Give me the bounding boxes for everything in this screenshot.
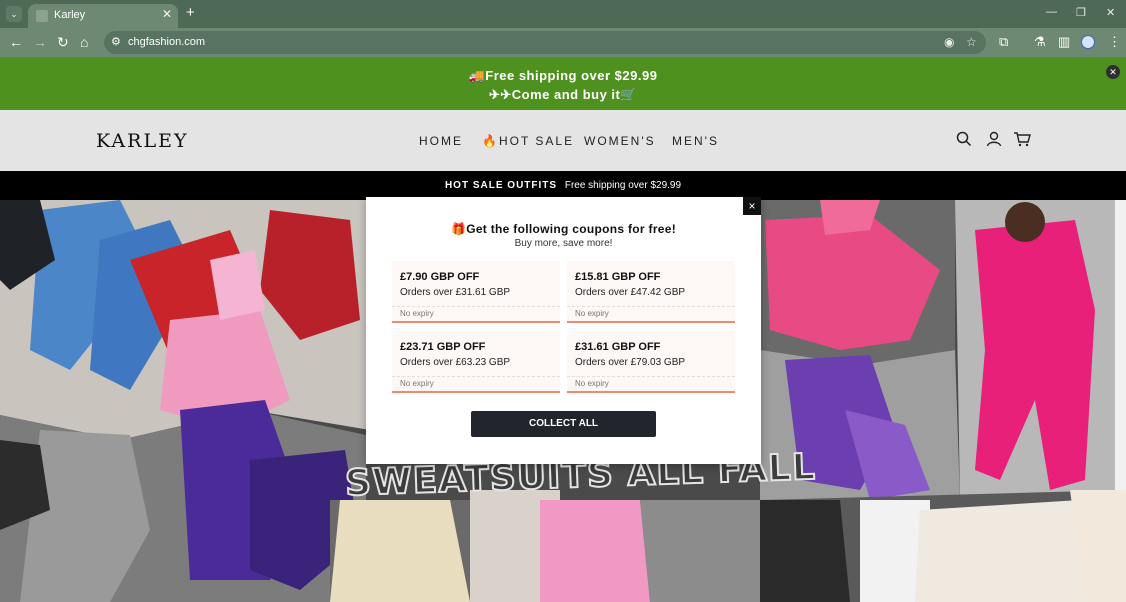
coupon-amount: £7.90 GBP OFF [400, 271, 480, 283]
window-close-icon[interactable]: ✕ [1106, 6, 1115, 19]
lab-flask-icon[interactable]: ⚗ [1034, 34, 1046, 50]
browser-toolbar: ← → ↻ ⌂ ⚙ chgfashion.com ◉ ☆ ⧉ ⚗ ▥ ⋮ [0, 28, 1126, 57]
promo-text: Free shipping over $29.99 [564, 180, 682, 191]
modal-title-text: Get the following coupons for free! [466, 222, 677, 236]
nav-home[interactable]: HOME [419, 134, 463, 148]
coupon-divider [567, 306, 735, 307]
coupon-condition: Orders over £63.23 GBP [400, 357, 511, 368]
site-header: KARLEY HOME 🔥HOT SALE WOMEN'S MEN'S [0, 110, 1126, 171]
announcement-bar: 🚚Free shipping over $29.99 ✈✈Come and bu… [0, 57, 1126, 110]
promo-strip: HOT SALE OUTFITS Free shipping over $29.… [0, 171, 1126, 200]
coupon-card[interactable]: £7.90 GBP OFF Orders over £31.61 GBP No … [392, 261, 560, 323]
coupon-condition: Orders over £31.61 GBP [400, 287, 511, 298]
reload-icon[interactable]: ↻ [57, 33, 69, 51]
coupon-expiry: No expiry [575, 309, 609, 318]
minimize-icon[interactable]: — [1046, 6, 1057, 18]
coupon-card[interactable]: £23.71 GBP OFF Orders over £63.23 GBP No… [392, 331, 560, 393]
nav-mens[interactable]: MEN'S [672, 134, 719, 148]
coupon-divider [392, 376, 560, 377]
coupon-condition: Orders over £47.42 GBP [575, 287, 686, 298]
tab-close-icon[interactable]: ✕ [162, 7, 172, 21]
announcement-close-icon[interactable]: ✕ [1106, 65, 1120, 79]
tab-search-chevron-icon[interactable]: ⌄ [6, 6, 22, 22]
forward-icon[interactable]: → [33, 33, 47, 51]
profile-avatar-icon[interactable] [1081, 35, 1095, 49]
menu-kebab-icon[interactable]: ⋮ [1108, 34, 1121, 50]
coupon-card[interactable]: £31.61 GBP OFF Orders over £79.03 GBP No… [567, 331, 735, 393]
modal-close-icon[interactable]: × [743, 197, 761, 215]
new-tab-button[interactable]: + [186, 5, 195, 21]
side-panel-icon[interactable]: ▥ [1058, 34, 1070, 50]
bookmark-star-icon[interactable]: ☆ [966, 35, 977, 49]
coupon-condition: Orders over £79.03 GBP [575, 357, 686, 368]
announcement-line2: ✈✈Come and buy it🛒 [488, 87, 638, 102]
browser-tab-bar: ⌄ Karley ✕ + — ❐ ✕ [0, 0, 1126, 28]
extensions-icon[interactable]: ⧉ [999, 34, 1008, 50]
favicon-icon [36, 10, 48, 22]
cart-icon[interactable] [1013, 131, 1031, 152]
coupon-expiry: No expiry [400, 379, 434, 388]
site-logo[interactable]: KARLEY [96, 130, 188, 152]
back-icon[interactable]: ← [9, 33, 23, 51]
search-icon[interactable] [956, 131, 972, 152]
announcement-line1: 🚚Free shipping over $29.99 [468, 68, 658, 83]
coupon-expiry: No expiry [575, 379, 609, 388]
account-icon[interactable] [986, 131, 1002, 152]
tab-title: Karley [54, 9, 86, 21]
gift-icon: 🎁 [450, 222, 467, 236]
browser-tab[interactable]: Karley ✕ [28, 4, 178, 28]
eye-off-icon[interactable]: ◉ [944, 35, 954, 49]
nav-womens[interactable]: WOMEN'S [584, 134, 656, 148]
modal-title: 🎁Get the following coupons for free! [366, 222, 761, 236]
home-icon[interactable]: ⌂ [80, 33, 88, 51]
coupon-divider [567, 376, 735, 377]
coupon-card[interactable]: £15.81 GBP OFF Orders over £47.42 GBP No… [567, 261, 735, 323]
coupon-amount: £23.71 GBP OFF [400, 341, 486, 353]
coupon-divider [392, 306, 560, 307]
restore-icon[interactable]: ❐ [1076, 6, 1086, 19]
nav-hot-sale[interactable]: 🔥HOT SALE [482, 134, 574, 148]
coupon-amount: £15.81 GBP OFF [575, 271, 661, 283]
coupon-modal: 🎁Get the following coupons for free! Buy… [366, 197, 761, 464]
site-info-icon[interactable]: ⚙ [111, 35, 121, 48]
collect-all-button[interactable]: COLLECT ALL [471, 411, 656, 437]
promo-label: HOT SALE OUTFITS [444, 180, 558, 191]
url-text[interactable]: chgfashion.com [128, 36, 205, 48]
address-bar[interactable]: ⚙ chgfashion.com ◉ ☆ [104, 31, 986, 54]
coupon-expiry: No expiry [400, 309, 434, 318]
modal-subtitle: Buy more, save more! [514, 238, 613, 249]
coupon-amount: £31.61 GBP OFF [575, 341, 661, 353]
